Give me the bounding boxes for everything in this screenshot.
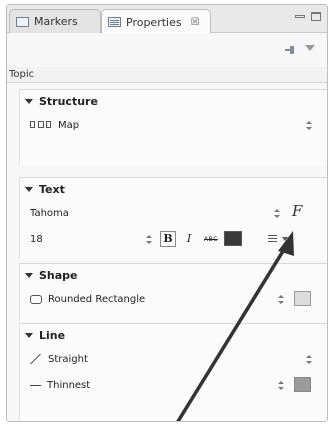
- arrow-shaft: [176, 242, 290, 421]
- properties-view: Markers Properties ☒ Topic Structure Map: [6, 4, 328, 422]
- annotation-arrow: [176, 231, 294, 421]
